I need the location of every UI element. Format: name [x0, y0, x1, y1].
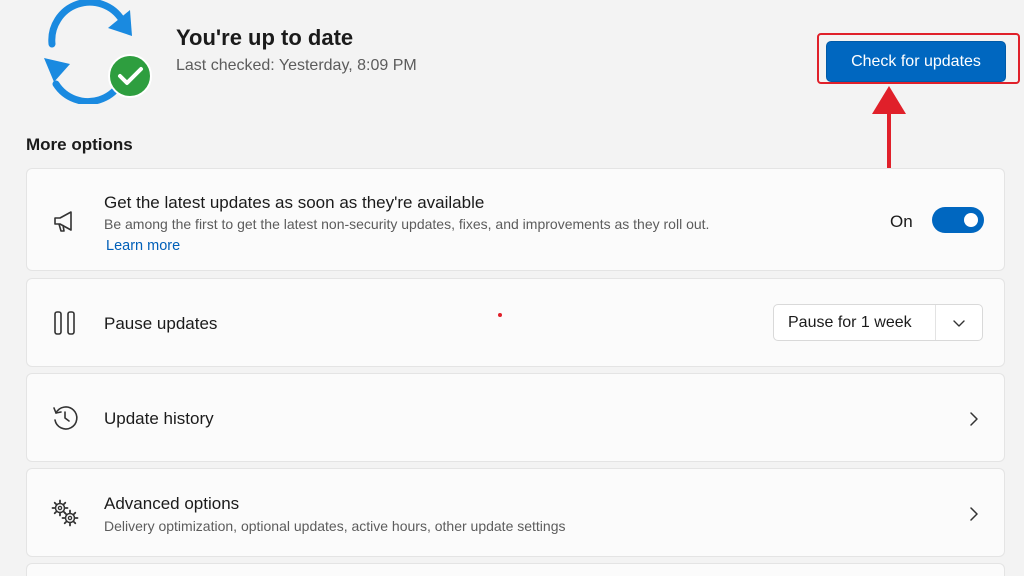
toggle-state-label: On: [890, 212, 913, 231]
pause-duration-dropdown[interactable]: Pause for 1 week: [773, 304, 983, 341]
megaphone-icon: [49, 205, 81, 237]
annotation-dot: [498, 313, 502, 317]
last-checked-text: Last checked: Yesterday, 8:09 PM: [176, 57, 417, 74]
chevron-down-icon[interactable]: [952, 316, 966, 330]
check-for-updates-button[interactable]: Check for updates: [826, 41, 1006, 82]
dropdown-separator: [935, 305, 936, 340]
chevron-right-icon: [970, 412, 978, 426]
pause-icon: [49, 307, 81, 339]
chevron-right-icon: [970, 507, 978, 521]
sync-check-icon: [30, 0, 154, 106]
advanced-options-card[interactable]: Advanced options Delivery optimization, …: [26, 468, 1005, 557]
advanced-options-title: Advanced options: [104, 494, 240, 513]
toggle-knob: [964, 213, 978, 227]
status-title: You're up to date: [176, 25, 354, 50]
more-options-heading: More options: [26, 135, 133, 154]
pause-duration-value: Pause for 1 week: [788, 314, 912, 331]
update-history-card[interactable]: Update history: [26, 373, 1005, 462]
latest-updates-toggle[interactable]: [932, 207, 984, 233]
windows-update-page: You're up to date Last checked: Yesterda…: [0, 0, 1024, 576]
latest-updates-title: Get the latest updates as soon as they'r…: [104, 193, 485, 212]
history-icon: [49, 402, 81, 434]
advanced-options-description: Delivery optimization, optional updates,…: [104, 518, 566, 534]
next-option-card[interactable]: [26, 563, 1005, 576]
learn-more-link[interactable]: Learn more: [106, 238, 180, 254]
update-history-title: Update history: [104, 409, 214, 428]
pause-updates-title: Pause updates: [104, 314, 218, 333]
latest-updates-card: Get the latest updates as soon as they'r…: [26, 168, 1005, 271]
latest-updates-description: Be among the first to get the latest non…: [104, 216, 710, 232]
pause-updates-card: Pause updates Pause for 1 week: [26, 278, 1005, 367]
gears-icon: [49, 497, 81, 529]
